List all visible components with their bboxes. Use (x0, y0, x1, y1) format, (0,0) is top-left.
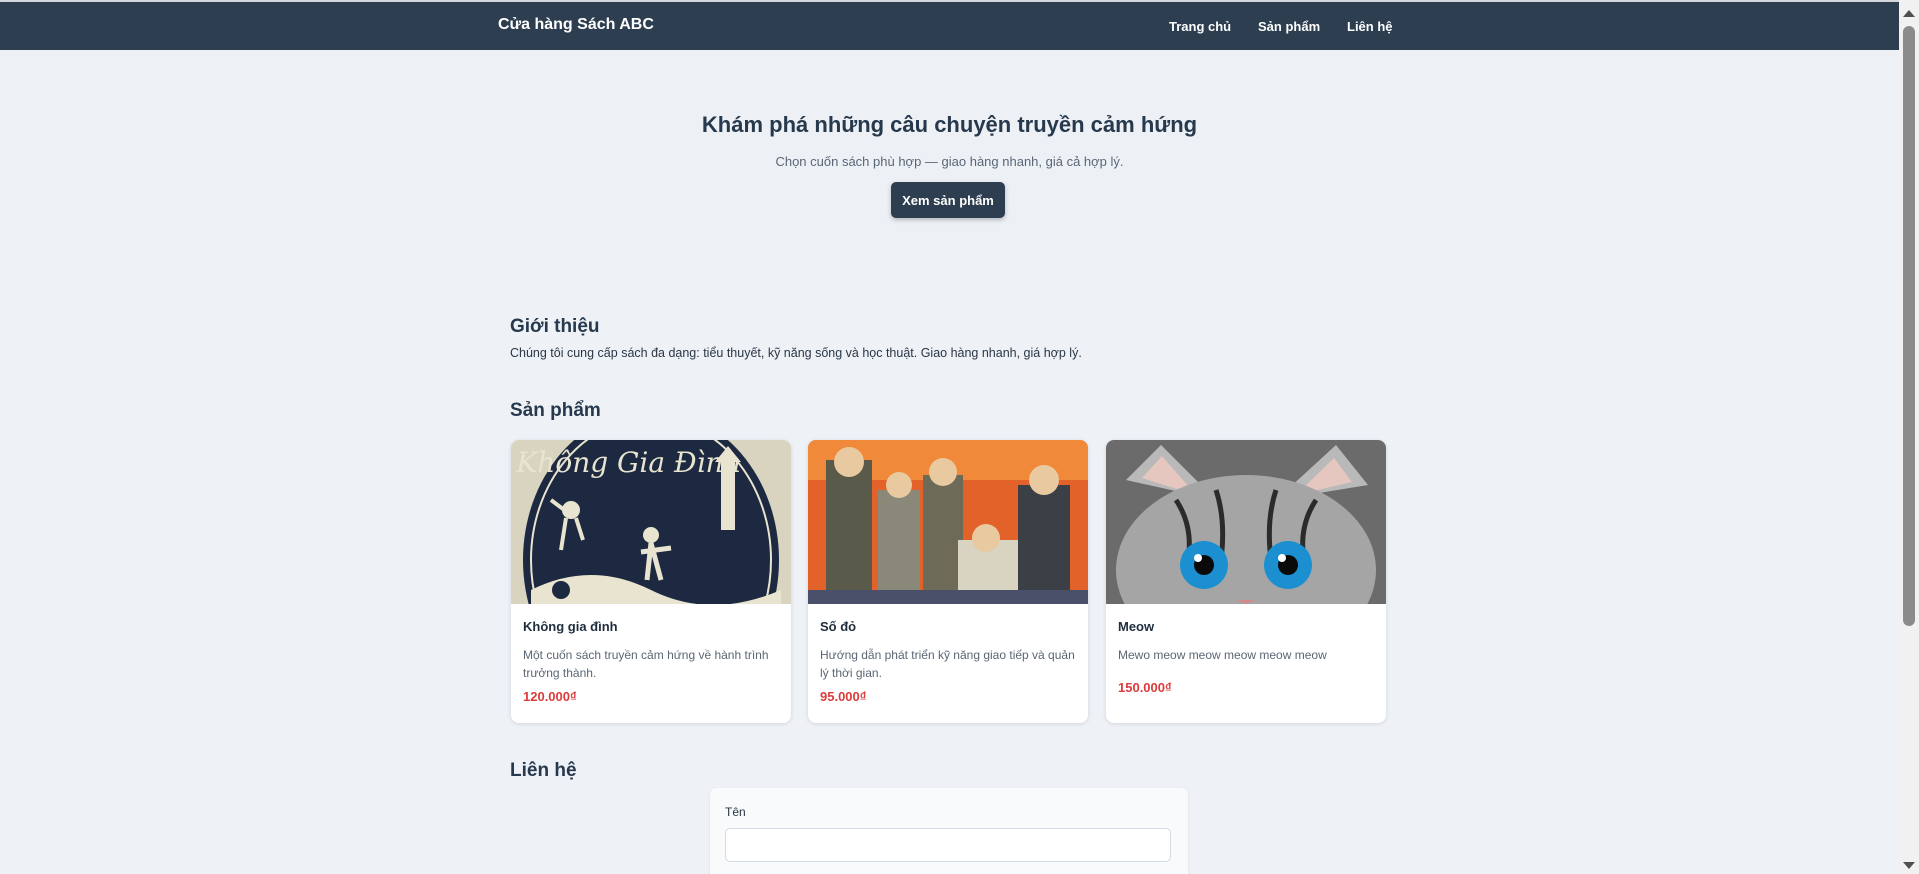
scroll-down-arrow-icon[interactable] (1903, 862, 1915, 869)
cat-image (1106, 440, 1386, 604)
hero-subtitle: Chọn cuốn sách phù hợp — giao hàng nhanh… (775, 154, 1124, 169)
product-price: 95.000₫ (820, 689, 867, 704)
contact-form: Tên (710, 788, 1188, 874)
product-title: Không gia đình (523, 619, 618, 634)
hero-title: Khám phá những câu chuyện truyền cảm hứn… (701, 112, 1198, 137)
product-price: 120.000₫ (523, 689, 577, 704)
nav-link-home[interactable]: Trang chủ (1169, 19, 1231, 34)
nav-link-products[interactable]: Sản phẩm (1258, 19, 1320, 34)
page: Cửa hàng Sách ABC Trang chủ Sản phẩm Liê… (0, 0, 1899, 874)
intro-text: Chúng tôi cung cấp sách đa dạng: tiểu th… (510, 346, 1082, 360)
name-field-label: Tên (725, 805, 746, 819)
product-card[interactable]: Không Gia Đình Không gia đình Một cuốn s… (511, 440, 791, 723)
product-description: Một cuốn sách truyền cảm hứng về hành tr… (523, 648, 769, 680)
vertical-scrollbar[interactable] (1899, 0, 1919, 874)
product-card[interactable]: Số đỏ Hướng dẫn phát triển kỹ năng giao … (808, 440, 1088, 723)
book-cover-image: Không Gia Đình (511, 440, 791, 604)
hero-section: Khám phá những câu chuyện truyền cảm hứn… (0, 50, 1899, 278)
contact-heading: Liên hệ (510, 760, 577, 781)
view-products-button[interactable]: Xem sản phẩm (891, 182, 1005, 218)
brand-logo-text[interactable]: Cửa hàng Sách ABC (498, 16, 654, 34)
product-description: Mewo meow meow meow meow meow (1118, 648, 1327, 662)
product-title: Meow (1118, 619, 1155, 634)
product-description: Hướng dẫn phát triển kỹ năng giao tiếp v… (820, 648, 1075, 680)
product-title: Số đỏ (820, 619, 857, 634)
product-card[interactable]: Meow Mewo meow meow meow meow meow 150.0… (1106, 440, 1386, 723)
navbar: Cửa hàng Sách ABC Trang chủ Sản phẩm Liê… (0, 2, 1899, 50)
intro-heading: Giới thiệu (510, 316, 600, 337)
scroll-up-arrow-icon[interactable] (1903, 10, 1915, 17)
scrollbar-thumb[interactable] (1903, 26, 1915, 626)
cover-title-text: Không Gia Đình (515, 446, 741, 479)
book-cover-image (808, 440, 1088, 604)
name-field[interactable] (725, 828, 1171, 862)
nav-link-contact[interactable]: Liên hệ (1347, 19, 1393, 34)
product-price: 150.000₫ (1118, 680, 1172, 695)
products-heading: Sản phẩm (510, 400, 601, 421)
